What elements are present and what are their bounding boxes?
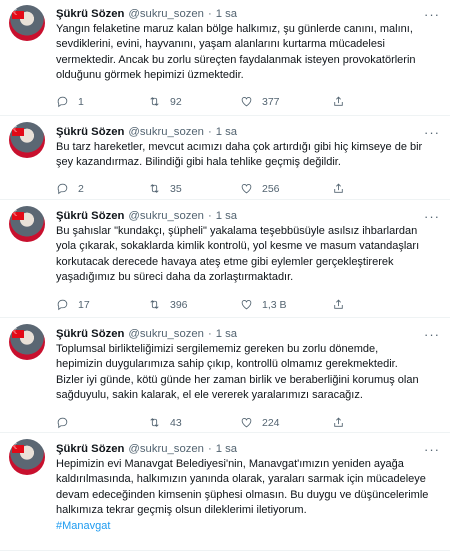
author-handle[interactable]: @sukru_sozen (128, 442, 204, 456)
reply-button[interactable]: 2 (56, 182, 148, 195)
flag-icon (12, 8, 24, 19)
hashtag-link[interactable]: #Manavgat (56, 519, 442, 534)
tweet-actions: 43 224 (56, 413, 442, 433)
heart-icon (241, 418, 252, 428)
more-options-icon[interactable]: ··· (424, 210, 440, 223)
tweet-text: Bu tarz hareketler, mevcut acımızı daha … (56, 141, 423, 169)
share-icon (334, 183, 343, 194)
tweet-text: Yangın felaketine maruz kalan bölge halk… (56, 23, 416, 82)
author-handle[interactable]: @sukru_sozen (128, 209, 204, 223)
avatar[interactable] (9, 206, 45, 242)
timestamp[interactable]: 1 sa (216, 125, 237, 139)
share-button[interactable] (332, 298, 345, 311)
flag-icon (12, 209, 24, 220)
share-icon (334, 96, 343, 106)
avatar[interactable] (9, 439, 45, 475)
tweet-actions: 1 92 377 (56, 92, 442, 112)
reply-icon (57, 299, 68, 311)
separator-dot: · (207, 126, 212, 138)
reply-count: 17 (78, 298, 90, 311)
reply-count: 2 (78, 182, 84, 195)
more-options-icon[interactable]: ··· (424, 126, 440, 139)
retweet-count: 396 (170, 298, 188, 311)
flag-icon (12, 327, 24, 338)
heart-icon (241, 184, 252, 194)
reply-button[interactable]: 17 (56, 298, 148, 311)
like-count: 1,3 B (262, 298, 287, 311)
reply-icon (57, 96, 68, 108)
avatar[interactable] (9, 5, 45, 41)
reply-count: 1 (78, 95, 84, 108)
author-name[interactable]: Şükrü Sözen (56, 327, 124, 341)
timestamp[interactable]: 1 sa (216, 209, 237, 223)
tweet[interactable]: Şükrü Sözen @sukru_sozen · 1 sa ··· Yang… (0, 0, 450, 116)
like-count: 377 (262, 95, 280, 108)
tweet-text: Hepimizin evi Manavgat Belediyesi'nin, M… (56, 458, 429, 517)
author-name[interactable]: Şükrü Sözen (56, 209, 124, 223)
more-options-icon[interactable]: ··· (424, 443, 440, 456)
like-button[interactable]: 256 (240, 182, 332, 195)
tweet-header: Şükrü Sözen @sukru_sozen · 1 sa (56, 327, 442, 341)
timestamp[interactable]: 1 sa (216, 7, 237, 21)
like-count: 256 (262, 182, 280, 195)
tweet[interactable]: Şükrü Sözen @sukru_sozen · 1 sa ··· Bu ş… (0, 200, 450, 318)
tweet[interactable]: Şükrü Sözen @sukru_sozen · 1 sa ··· Topl… (0, 318, 450, 433)
more-options-icon[interactable]: ··· (424, 8, 440, 21)
author-handle[interactable]: @sukru_sozen (128, 125, 204, 139)
separator-dot: · (207, 443, 212, 455)
share-icon (334, 299, 343, 309)
author-name[interactable]: Şükrü Sözen (56, 125, 124, 139)
timestamp[interactable]: 1 sa (216, 327, 237, 341)
tweet-header: Şükrü Sözen @sukru_sozen · 1 sa (56, 125, 442, 139)
reply-button[interactable] (56, 416, 148, 429)
avatar[interactable] (9, 122, 45, 158)
reply-icon (57, 184, 68, 195)
heart-icon (241, 300, 252, 310)
tweet-header: Şükrü Sözen @sukru_sozen · 1 sa (56, 7, 442, 21)
retweet-button[interactable]: 92 (148, 95, 240, 108)
like-button[interactable]: 1,3 B (240, 298, 332, 311)
retweet-icon (150, 184, 159, 194)
separator-dot: · (207, 328, 212, 340)
retweet-count: 92 (170, 95, 182, 108)
author-name[interactable]: Şükrü Sözen (56, 442, 124, 456)
tweet-text: Toplumsal birlikteliğimizi sergilememiz … (56, 343, 419, 402)
reply-icon (57, 417, 68, 429)
avatar[interactable] (9, 324, 45, 360)
timestamp[interactable]: 1 sa (216, 442, 237, 456)
heart-icon (241, 97, 252, 107)
retweet-icon (150, 300, 159, 310)
tweet-text: Bu şahıslar "kundakçı, şüpheli" yakalama… (56, 225, 420, 284)
share-icon (334, 417, 343, 427)
author-handle[interactable]: @sukru_sozen (128, 7, 204, 21)
retweet-icon (150, 97, 159, 107)
author-handle[interactable]: @sukru_sozen (128, 327, 204, 341)
retweet-count: 35 (170, 182, 182, 195)
reply-button[interactable]: 1 (56, 95, 148, 108)
flag-icon (12, 125, 24, 136)
separator-dot: · (207, 210, 212, 222)
tweet-actions: 17 396 1,3 B (56, 295, 442, 315)
share-button[interactable] (332, 95, 345, 108)
tweet[interactable]: Şükrü Sözen @sukru_sozen · 1 sa ··· Hepi… (0, 433, 450, 551)
like-count: 224 (262, 416, 280, 429)
share-button[interactable] (332, 182, 345, 195)
author-name[interactable]: Şükrü Sözen (56, 7, 124, 21)
tweet[interactable]: Şükrü Sözen @sukru_sozen · 1 sa ··· Bu t… (0, 116, 450, 200)
retweet-button[interactable]: 35 (148, 182, 240, 195)
flag-icon (12, 442, 24, 453)
retweet-button[interactable]: 396 (148, 298, 240, 311)
share-button[interactable] (332, 416, 345, 429)
tweet-header: Şükrü Sözen @sukru_sozen · 1 sa (56, 442, 442, 456)
retweet-count: 43 (170, 416, 182, 429)
like-button[interactable]: 377 (240, 95, 332, 108)
tweet-actions: 2 35 256 (56, 179, 442, 199)
like-button[interactable]: 224 (240, 416, 332, 429)
retweet-button[interactable]: 43 (148, 416, 240, 429)
separator-dot: · (207, 8, 212, 20)
tweet-header: Şükrü Sözen @sukru_sozen · 1 sa (56, 209, 442, 223)
retweet-icon (150, 418, 159, 428)
more-options-icon[interactable]: ··· (424, 328, 440, 341)
